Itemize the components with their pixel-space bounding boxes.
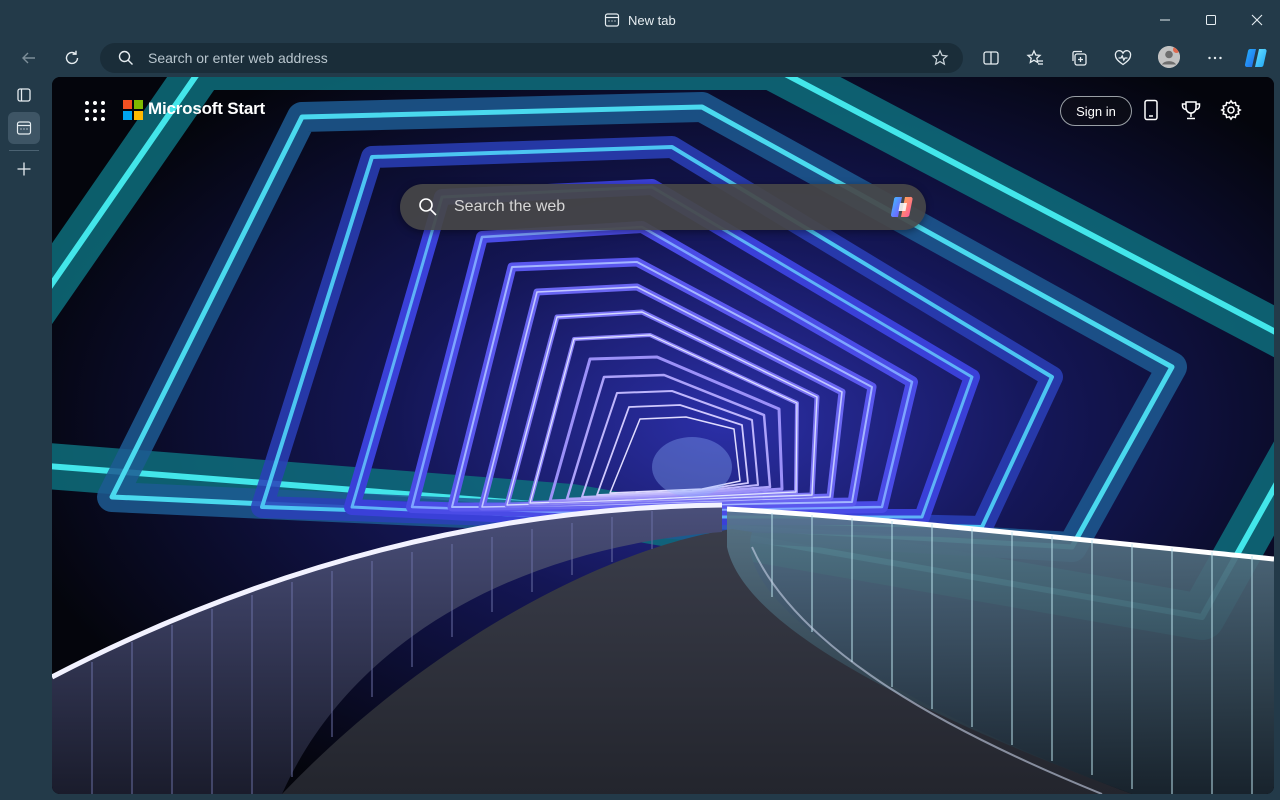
rewards-trophy-icon (1181, 101, 1201, 120)
tab-actions-icon (17, 88, 31, 102)
favorites-icon (1026, 49, 1043, 65)
web-search-input[interactable] (454, 184, 854, 230)
favorites-button[interactable] (1019, 42, 1051, 74)
copilot-search-icon[interactable] (888, 193, 916, 221)
vertical-tab-new-tab[interactable] (8, 112, 40, 144)
browser-essentials-button[interactable] (1107, 42, 1139, 74)
new-tab-page: Microsoft Start Sign in (52, 77, 1274, 794)
rewards-button[interactable] (1179, 98, 1203, 122)
apps-grid-icon[interactable] (84, 100, 106, 122)
search-icon (419, 198, 437, 216)
split-screen-button[interactable] (975, 42, 1007, 74)
back-icon (22, 52, 35, 64)
browser-toolbar (0, 40, 1280, 76)
collections-icon (1072, 50, 1087, 66)
maximize-button[interactable] (1188, 0, 1234, 40)
settings-gear-icon (1220, 99, 1242, 121)
address-bar[interactable] (100, 43, 963, 73)
browser-essentials-icon (1114, 50, 1132, 66)
minimize-button[interactable] (1142, 0, 1188, 40)
active-tab[interactable]: New tab (604, 10, 676, 30)
back-button[interactable] (13, 42, 45, 74)
favorite-star-icon[interactable] (931, 49, 949, 67)
brand-title[interactable]: Microsoft Start (148, 99, 265, 119)
maximize-icon (1206, 15, 1216, 25)
web-search-box[interactable] (400, 184, 926, 230)
close-icon (1251, 14, 1263, 26)
more-icon (1208, 56, 1222, 60)
vertical-tabs-pane (0, 76, 52, 800)
split-screen-icon (983, 51, 999, 65)
collections-button[interactable] (1063, 42, 1095, 74)
start-page-header: Microsoft Start Sign in (52, 77, 1274, 147)
mobile-phone-icon (1144, 99, 1158, 121)
new-tab-icon (604, 13, 620, 27)
refresh-icon (65, 50, 79, 65)
add-tab-icon (17, 162, 31, 176)
profile-avatar[interactable] (1158, 46, 1180, 68)
microsoft-logo (123, 100, 143, 120)
notification-dot (1173, 46, 1180, 53)
tabs-divider (9, 150, 39, 151)
close-button[interactable] (1234, 0, 1280, 40)
more-button[interactable] (1199, 42, 1231, 74)
refresh-button[interactable] (56, 42, 88, 74)
tab-title-text: New tab (628, 12, 676, 28)
search-icon (118, 50, 133, 65)
mobile-app-button[interactable] (1139, 98, 1163, 122)
page-settings-button[interactable] (1219, 98, 1243, 122)
minimize-icon (1160, 19, 1170, 21)
tab-actions-button[interactable] (8, 79, 40, 111)
add-tab-button[interactable] (8, 153, 40, 185)
title-bar: New tab (0, 0, 1280, 40)
new-tab-page-icon (16, 121, 32, 135)
address-input[interactable] (148, 43, 908, 73)
copilot-icon[interactable] (1243, 45, 1269, 71)
sign-in-button[interactable]: Sign in (1060, 96, 1132, 126)
